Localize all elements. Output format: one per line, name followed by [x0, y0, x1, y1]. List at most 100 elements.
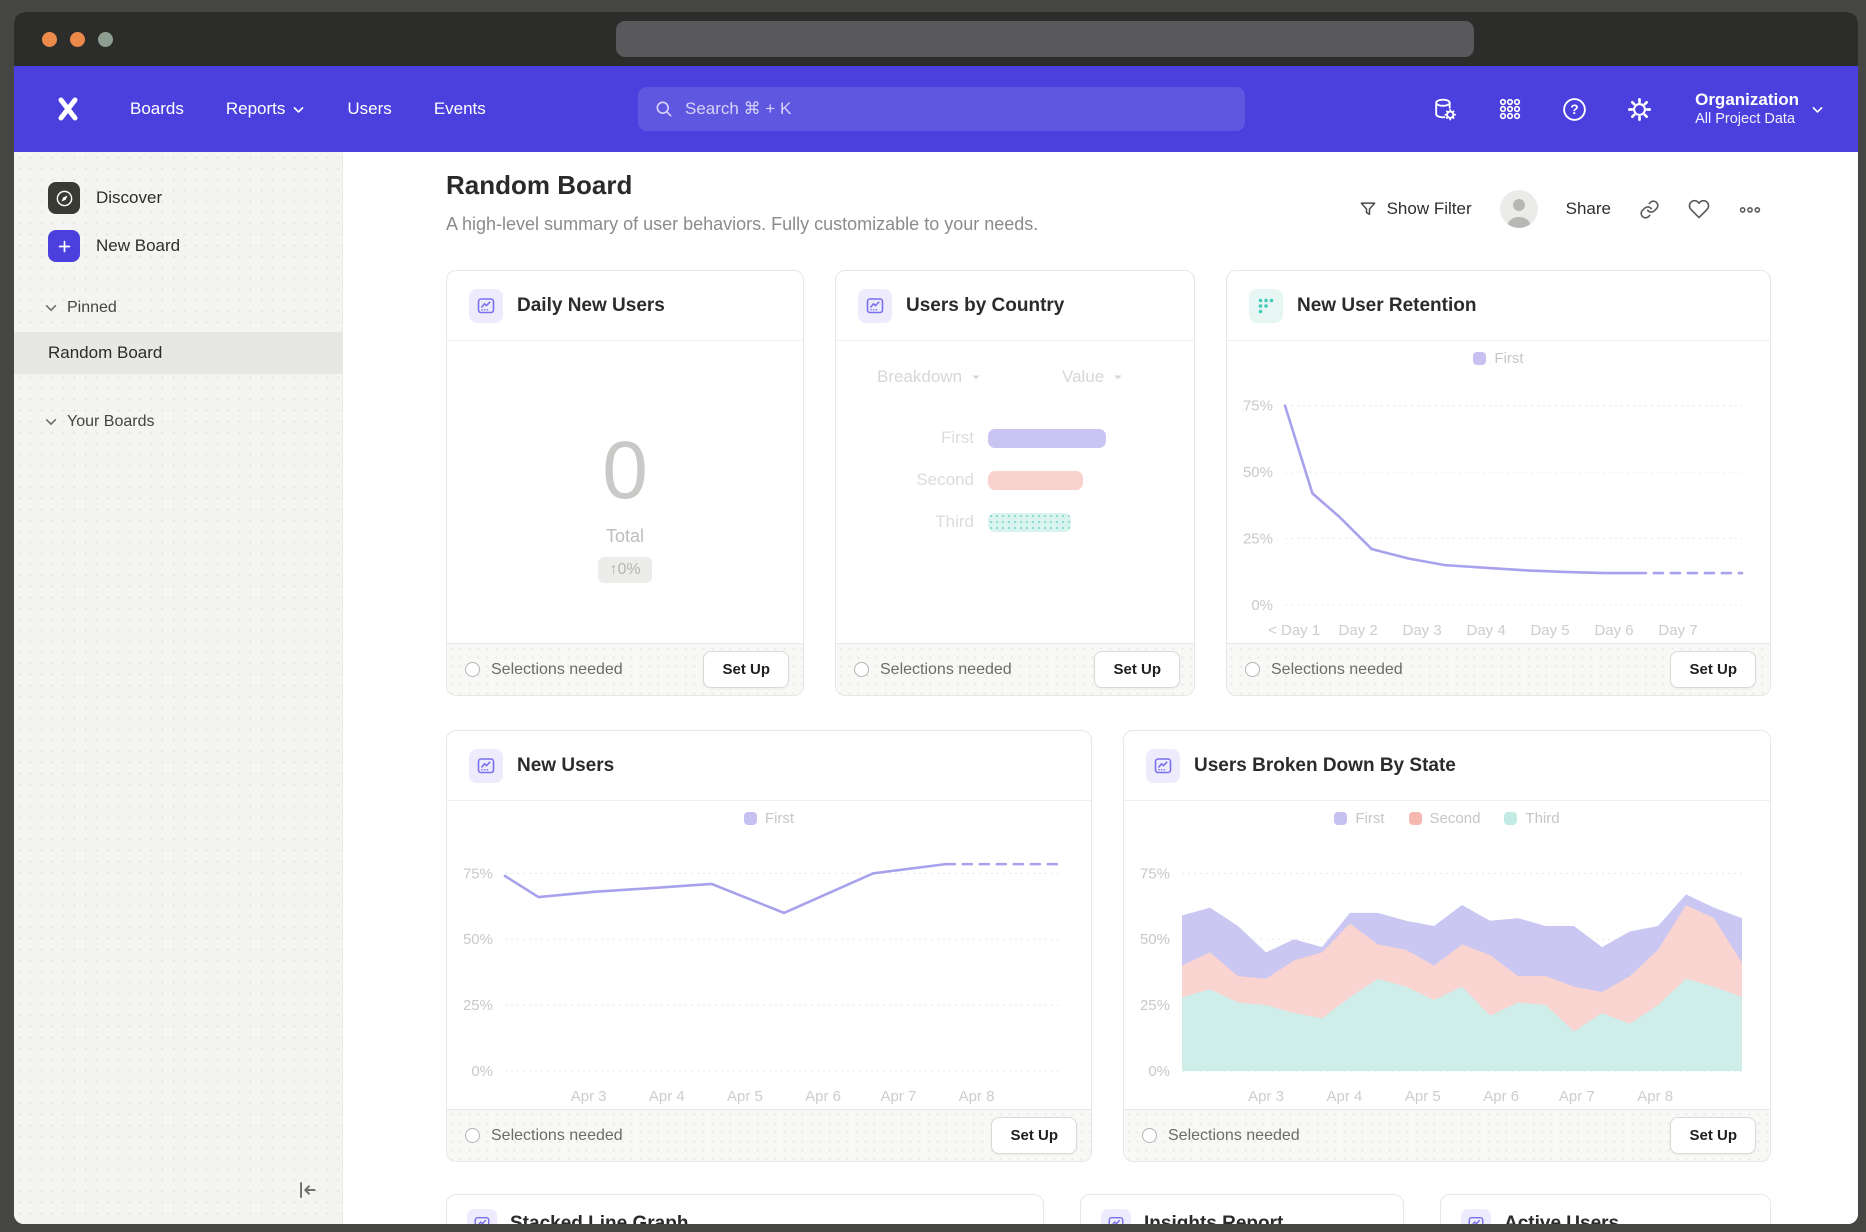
card-header: Active Users — [1441, 1195, 1770, 1224]
card-title: New Users — [517, 755, 614, 777]
sidebar-section-pinned[interactable]: Pinned — [44, 299, 117, 317]
set-up-button[interactable]: Set Up — [991, 1117, 1077, 1154]
card-footer: Selections needed Set Up — [1124, 1109, 1770, 1161]
svg-text:50%: 50% — [1243, 464, 1273, 481]
nav-item-events[interactable]: Events — [434, 99, 486, 119]
board-description[interactable]: A high-level summary of user behaviors. … — [446, 214, 1038, 235]
svg-text:Apr 3: Apr 3 — [571, 1088, 607, 1105]
mixpanel-logo[interactable] — [54, 94, 84, 124]
svg-text:Apr 6: Apr 6 — [805, 1088, 841, 1105]
card-users-by-state: Users Broken Down By State First Second — [1123, 730, 1771, 1162]
heart-icon — [1688, 198, 1710, 220]
person-icon — [1500, 190, 1538, 228]
svg-text:Day 6: Day 6 — [1594, 622, 1633, 639]
apps-grid-icon[interactable] — [1496, 96, 1523, 123]
favorite-button[interactable] — [1688, 198, 1710, 220]
nav-item-users[interactable]: Users — [347, 99, 391, 119]
share-button[interactable]: Share — [1566, 199, 1611, 219]
legend-item-first: First — [744, 810, 794, 827]
set-up-button[interactable]: Set Up — [1670, 651, 1756, 688]
svg-text:0%: 0% — [1251, 597, 1273, 614]
search-input[interactable]: Search ⌘ + K — [638, 87, 1245, 131]
chevron-down-icon — [44, 301, 58, 315]
card-title: Users by Country — [906, 295, 1064, 317]
window-minimize-button[interactable] — [70, 32, 85, 47]
card-insights-report: Insights Report — [1080, 1194, 1404, 1224]
legend-swatch — [1334, 812, 1347, 825]
svg-text:Apr 6: Apr 6 — [1483, 1088, 1519, 1105]
chevron-down-icon — [1112, 371, 1124, 383]
sidebar-section-your-boards[interactable]: Your Boards — [44, 413, 154, 431]
status-text: Selections needed — [880, 661, 1012, 679]
nav-item-boards[interactable]: Boards — [130, 99, 184, 119]
bar-third[interactable] — [988, 513, 1071, 532]
set-up-button[interactable]: Set Up — [1094, 651, 1180, 688]
status-text: Selections needed — [491, 1127, 623, 1145]
svg-text:25%: 25% — [463, 997, 493, 1014]
breakdown-dropdown[interactable]: Breakdown — [877, 367, 982, 387]
show-filter-button[interactable]: Show Filter — [1358, 199, 1472, 219]
legend-label: Second — [1430, 810, 1481, 827]
bar-first[interactable] — [988, 429, 1106, 448]
board-main: Random Board A high-level summary of use… — [343, 152, 1858, 1224]
card-stacked-line-graph: Stacked Line Graph — [446, 1194, 1044, 1224]
sidebar-item-label: Discover — [96, 188, 162, 208]
bar-label: Third — [836, 512, 988, 532]
sidebar-collapse-button[interactable] — [294, 1177, 320, 1208]
bar-second[interactable] — [988, 471, 1083, 490]
svg-text:Day 2: Day 2 — [1339, 622, 1378, 639]
sidebar-section-label: Your Boards — [67, 413, 154, 431]
sidebar-item-new-board[interactable]: New Board — [14, 222, 342, 270]
svg-text:Apr 7: Apr 7 — [880, 1088, 916, 1105]
org-switcher[interactable]: Organization All Project Data — [1695, 89, 1824, 129]
ellipsis-icon — [1738, 198, 1762, 220]
card-title: Insights Report — [1144, 1213, 1283, 1224]
help-icon[interactable]: ? — [1561, 96, 1588, 123]
svg-text:Day 5: Day 5 — [1530, 622, 1569, 639]
svg-text:Apr 4: Apr 4 — [649, 1088, 685, 1105]
address-bar[interactable] — [616, 21, 1474, 57]
svg-text:25%: 25% — [1243, 531, 1273, 548]
metric-value: 0 — [602, 430, 648, 512]
data-management-icon[interactable] — [1431, 96, 1458, 123]
value-dropdown[interactable]: Value — [1062, 367, 1124, 387]
card-header: Stacked Line Graph — [447, 1195, 1043, 1224]
set-up-button[interactable]: Set Up — [1670, 1117, 1756, 1154]
metric-label: Total — [606, 526, 644, 547]
svg-text:Apr 4: Apr 4 — [1326, 1088, 1362, 1105]
sidebar-item-random-board[interactable]: Random Board — [14, 332, 342, 374]
card-new-user-retention: New User Retention First 75%50%25%0%< Da… — [1226, 270, 1771, 696]
card-daily-new-users: Daily New Users 0 Total ↑0% Selections n… — [446, 270, 804, 696]
avatar[interactable] — [1500, 190, 1538, 228]
settings-gear-icon[interactable] — [1626, 96, 1653, 123]
sidebar-item-discover[interactable]: Discover — [14, 174, 342, 222]
show-filter-label: Show Filter — [1387, 199, 1472, 219]
line-chart-icon — [469, 749, 503, 783]
legend-label: First — [1355, 810, 1384, 827]
top-nav: Boards Reports Users Events Search ⌘ + K — [14, 66, 1858, 152]
dropdown-label: Breakdown — [877, 367, 962, 387]
window-zoom-button[interactable] — [98, 32, 113, 47]
chart-legend: First — [447, 801, 1091, 835]
sidebar-item-label: Random Board — [48, 343, 162, 363]
org-name: Organization — [1695, 89, 1799, 110]
chevron-down-icon — [1811, 103, 1824, 116]
status-radio-icon — [1142, 1128, 1157, 1143]
svg-text:Day 4: Day 4 — [1466, 622, 1505, 639]
status-text: Selections needed — [491, 661, 623, 679]
svg-text:?: ? — [1570, 102, 1578, 117]
legend-swatch — [1473, 352, 1486, 365]
svg-text:25%: 25% — [1140, 997, 1170, 1014]
country-bars: First Second Third — [836, 417, 1194, 543]
card-header: New User Retention — [1227, 271, 1770, 341]
window-close-button[interactable] — [42, 32, 57, 47]
search-icon — [654, 99, 674, 119]
svg-text:Apr 5: Apr 5 — [1405, 1088, 1441, 1105]
nav-item-reports[interactable]: Reports — [226, 99, 306, 119]
retention-line-chart: 75%50%25%0%< Day 1Day 2Day 3Day 4Day 5Da… — [1227, 375, 1770, 643]
card-users-by-country: Users by Country Breakdown Value First — [835, 270, 1195, 696]
copy-link-button[interactable] — [1639, 199, 1660, 220]
line-chart-icon — [1146, 749, 1180, 783]
card-title: Users Broken Down By State — [1194, 755, 1456, 777]
more-options-button[interactable] — [1738, 198, 1762, 220]
